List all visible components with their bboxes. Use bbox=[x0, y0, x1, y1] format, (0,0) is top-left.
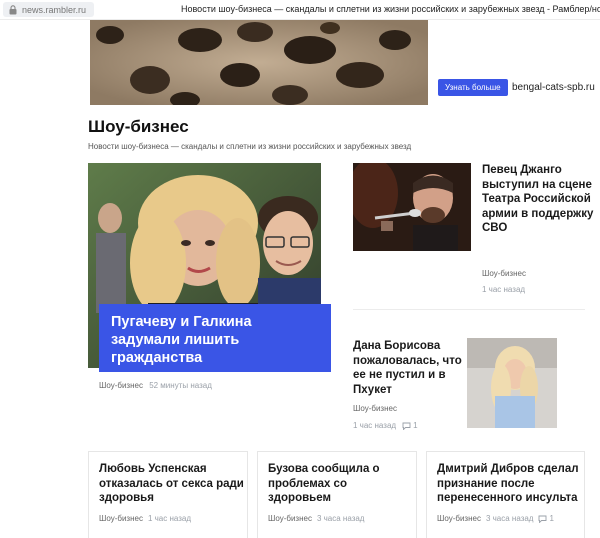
category-label[interactable]: Шоу-бизнес bbox=[99, 381, 143, 390]
main-story-meta: Шоу-бизнес 52 минуты назад bbox=[99, 381, 212, 390]
ad-image[interactable] bbox=[90, 20, 428, 105]
section-subtitle: Новости шоу-бизнеса — скандалы и сплетни… bbox=[88, 142, 412, 151]
lock-icon bbox=[9, 4, 17, 15]
comment-icon bbox=[402, 422, 411, 431]
news-card[interactable]: Дмитрий Дибров сделал признание после пе… bbox=[426, 451, 585, 538]
card-meta: Шоу-бизнес 3 часа назад 1 bbox=[437, 514, 554, 524]
card-headline[interactable]: Бузова сообщила о проблемах со здоровьем bbox=[268, 462, 413, 506]
category-label[interactable]: Шоу-бизнес bbox=[482, 269, 526, 278]
comments-count[interactable]: 1 bbox=[538, 514, 554, 524]
news-card[interactable]: Любовь Успенская отказалась от секса рад… bbox=[88, 451, 248, 538]
browser-bar: news.rambler.ru Новости шоу-бизнеса — ск… bbox=[0, 0, 600, 20]
category-label[interactable]: Шоу-бизнес bbox=[268, 514, 312, 523]
timestamp: 1 час назад bbox=[482, 285, 526, 294]
main-story-headline[interactable]: Пугачеву и Галкина задумали лишить гражд… bbox=[99, 304, 331, 372]
story-headline[interactable]: Дана Борисова пожаловалась, что ее не пу… bbox=[353, 339, 465, 397]
timestamp: 52 минуты назад bbox=[149, 381, 212, 390]
timestamp: 3 часа назад bbox=[485, 514, 534, 523]
news-card[interactable]: Бузова сообщила о проблемах со здоровьем… bbox=[257, 451, 417, 538]
category-label[interactable]: Шоу-бизнес bbox=[437, 514, 481, 523]
ad-domain-link[interactable]: bengal-cats-spb.ru bbox=[512, 82, 595, 93]
story-meta: 1 час назад 1 bbox=[353, 421, 418, 431]
card-headline[interactable]: Любовь Успенская отказалась от секса рад… bbox=[99, 462, 244, 506]
window-title: Новости шоу-бизнеса — скандалы и сплетни… bbox=[181, 4, 600, 14]
story-headline[interactable]: Певец Джанго выступил на сцене Театра Ро… bbox=[482, 163, 597, 236]
divider bbox=[353, 309, 585, 310]
card-headline[interactable]: Дмитрий Дибров сделал признание после пе… bbox=[437, 462, 582, 506]
story-image[interactable] bbox=[467, 338, 557, 428]
timestamp: 1 час назад bbox=[147, 514, 192, 523]
url-text: news.rambler.ru bbox=[22, 4, 87, 15]
category-label[interactable]: Шоу-бизнес bbox=[353, 404, 397, 413]
timestamp: 1 час назад bbox=[353, 421, 397, 430]
comments-count[interactable]: 1 bbox=[402, 421, 418, 431]
learn-more-button[interactable]: Узнать больше bbox=[438, 79, 508, 96]
category-label[interactable]: Шоу-бизнес bbox=[99, 514, 143, 523]
timestamp: 3 часа назад bbox=[316, 514, 365, 523]
card-meta: Шоу-бизнес 1 час назад bbox=[99, 514, 191, 523]
section-title[interactable]: Шоу-бизнес bbox=[88, 117, 189, 137]
ad-block: Узнать больше bengal-cats-spb.ru bbox=[90, 20, 600, 105]
comment-icon bbox=[538, 515, 547, 524]
address-bar[interactable]: news.rambler.ru bbox=[3, 2, 95, 17]
story-image[interactable] bbox=[353, 163, 471, 251]
card-meta: Шоу-бизнес 3 часа назад bbox=[268, 514, 364, 523]
